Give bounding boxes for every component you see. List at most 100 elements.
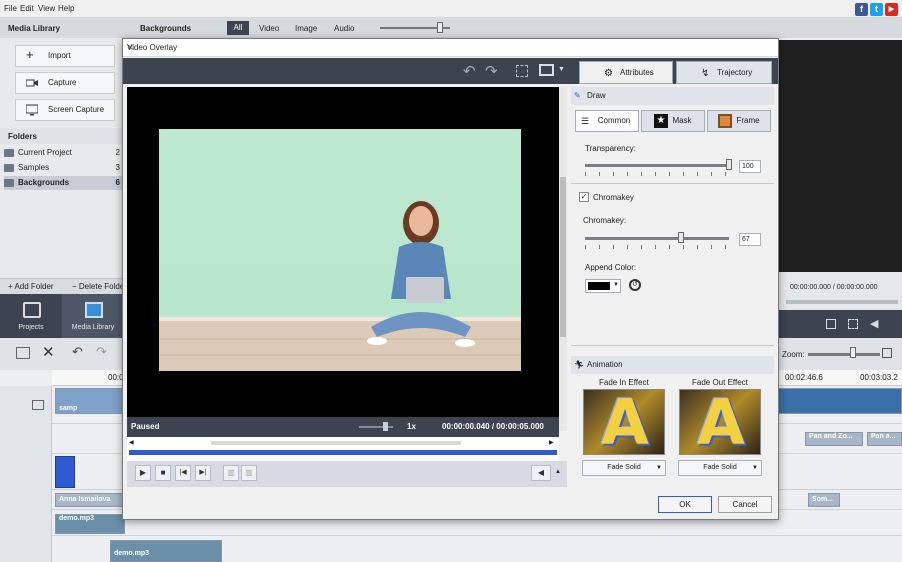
animation-label: Animation xyxy=(587,360,623,369)
video-clip-right[interactable] xyxy=(778,388,902,414)
fade-out-select[interactable]: Fade Solid ▼ xyxy=(678,460,762,476)
folder-samples[interactable]: Samples 3 xyxy=(4,161,124,175)
mark-out-button[interactable]: ▥ xyxy=(241,465,257,481)
redo-icon[interactable]: ↷ xyxy=(96,344,107,360)
previous-frame-button[interactable]: |◀ xyxy=(175,465,191,481)
delete-icon[interactable]: ✕ xyxy=(42,343,55,361)
text-clip[interactable]: Anna Ismailova xyxy=(55,493,125,507)
track-header xyxy=(0,536,52,562)
fade-in-select[interactable]: Fade Solid ▼ xyxy=(582,460,666,476)
subtab-common[interactable]: ☰ Common xyxy=(575,110,639,132)
chromakey-knob[interactable] xyxy=(678,232,685,243)
redo-icon[interactable]: ↷ xyxy=(485,62,498,80)
scroll-right-icon[interactable]: ▶ xyxy=(549,439,554,446)
overlay-clip[interactable] xyxy=(55,456,75,488)
thumbnail-size-knob[interactable] xyxy=(437,22,443,33)
video-clip[interactable]: samp xyxy=(55,388,125,414)
youtube-icon[interactable]: ▶ xyxy=(885,3,898,16)
horizontal-scrollbar[interactable] xyxy=(211,441,461,445)
audio-clip[interactable]: demo.mp3 xyxy=(55,514,125,534)
import-label: Import xyxy=(48,51,71,60)
folder-icon xyxy=(4,149,14,157)
import-button[interactable]: + Import xyxy=(15,45,115,67)
video-preview[interactable] xyxy=(127,87,559,417)
volume-icon[interactable]: ◀ xyxy=(870,317,878,330)
monitor-icon xyxy=(26,104,38,116)
capture-button[interactable]: Capture xyxy=(15,72,115,94)
filter-audio[interactable]: Audio xyxy=(334,24,354,33)
chevron-down-icon: ▼ xyxy=(613,282,619,288)
dialog-toolbar: ↶ ↷ ▼ ⚙ Attributes ↯ Trajectory xyxy=(123,58,778,84)
pan-zoom-clip[interactable]: Pan and Zo... xyxy=(805,432,863,446)
chromakey-slider[interactable] xyxy=(585,237,729,240)
close-icon[interactable]: ✕ xyxy=(127,43,772,52)
audio-track-2: demo.mp3 xyxy=(0,536,902,562)
text-clip[interactable]: Som... xyxy=(808,493,840,507)
subtab-mask[interactable]: ★ Mask xyxy=(641,110,705,132)
snapshot-icon[interactable] xyxy=(826,319,836,329)
fade-out-select-value: Fade Solid xyxy=(703,464,737,471)
delete-folder-button[interactable]: − Delete Folder xyxy=(72,282,122,291)
preview-controls: 00:00:00.000 / 00:00:00.000 ◀ xyxy=(778,272,902,338)
chevron-down-icon[interactable]: ▼ xyxy=(558,66,565,73)
menu-edit[interactable]: Edit xyxy=(20,4,34,13)
preview-scrollbar[interactable] xyxy=(559,87,567,431)
next-frame-button[interactable]: ▶| xyxy=(195,465,211,481)
folder-name: Backgrounds xyxy=(18,178,70,187)
folder-backgrounds[interactable]: Backgrounds 6 xyxy=(4,176,124,190)
mark-in-button[interactable]: ▥ xyxy=(223,465,239,481)
folder-current-project[interactable]: Current Project 2 xyxy=(4,146,124,160)
filter-image[interactable]: Image xyxy=(295,24,317,33)
subtab-frame[interactable]: Frame xyxy=(707,110,771,132)
twitter-icon[interactable]: t xyxy=(870,3,883,16)
woman-with-laptop-photo xyxy=(159,201,521,371)
seek-bar[interactable] xyxy=(129,450,557,455)
reset-color-icon[interactable]: ↺ xyxy=(629,279,641,291)
cancel-button[interactable]: Cancel xyxy=(718,496,772,513)
play-button[interactable]: ▶ xyxy=(135,465,151,481)
tab-trajectory[interactable]: ↯ Trajectory xyxy=(676,61,772,84)
zoom-knob[interactable] xyxy=(850,347,856,358)
tab-attributes[interactable]: ⚙ Attributes xyxy=(579,61,673,84)
preview-seekbar[interactable] xyxy=(786,300,898,304)
monitor-icon[interactable] xyxy=(539,64,554,76)
speed-knob[interactable] xyxy=(383,422,388,431)
append-color-picker[interactable]: ▼ xyxy=(585,279,621,293)
volume-dropdown-icon[interactable]: ▲ xyxy=(555,469,561,475)
fade-out-preview[interactable]: A xyxy=(679,389,761,455)
tab-projects[interactable]: Projects xyxy=(0,294,62,338)
transparency-knob[interactable] xyxy=(726,159,732,170)
ok-button[interactable]: OK xyxy=(658,496,712,513)
grid-icon[interactable] xyxy=(516,65,528,77)
filter-video[interactable]: Video xyxy=(259,24,279,33)
scroll-left-icon[interactable]: ◀ xyxy=(129,439,134,446)
storyboard-icon[interactable] xyxy=(16,347,30,359)
scrollbar-thumb[interactable] xyxy=(560,177,566,337)
attributes-panel: ✎ Draw ☰ Common ★ Mask Frame Transparenc… xyxy=(571,87,774,489)
preview-time: 00:00:00.000 / 00:00:00.000 xyxy=(790,284,878,291)
volume-button[interactable]: ◀ xyxy=(531,465,551,481)
transparency-slider[interactable] xyxy=(585,164,729,167)
stop-button[interactable]: ■ xyxy=(155,465,171,481)
pan-zoom-clip[interactable]: Pan a... xyxy=(867,432,902,446)
audio-clip[interactable]: demo.mp3 xyxy=(110,540,222,562)
fade-in-preview[interactable]: A xyxy=(583,389,665,455)
fit-icon[interactable] xyxy=(882,348,892,358)
chromakey-value[interactable]: 67 xyxy=(739,233,761,246)
add-folder-button[interactable]: + Add Folder xyxy=(8,282,54,291)
crop-icon[interactable] xyxy=(848,319,858,329)
menu-help[interactable]: Help xyxy=(58,4,74,13)
list-icon: ☰ xyxy=(581,116,590,126)
menu-file[interactable]: File xyxy=(4,4,17,13)
zoom-slider[interactable] xyxy=(808,353,880,356)
undo-icon[interactable]: ↶ xyxy=(72,344,83,360)
chromakey-checkbox[interactable]: ✓ xyxy=(579,192,589,202)
filter-all[interactable]: All xyxy=(227,21,249,35)
undo-icon[interactable]: ↶ xyxy=(463,62,476,80)
transparency-value[interactable]: 100 xyxy=(739,160,761,173)
menu-view[interactable]: View xyxy=(38,4,55,13)
screen-capture-button[interactable]: Screen Capture xyxy=(15,99,115,121)
tab-media-library[interactable]: Media Library xyxy=(62,294,124,338)
track-header xyxy=(0,510,52,536)
facebook-icon[interactable]: f xyxy=(855,3,868,16)
